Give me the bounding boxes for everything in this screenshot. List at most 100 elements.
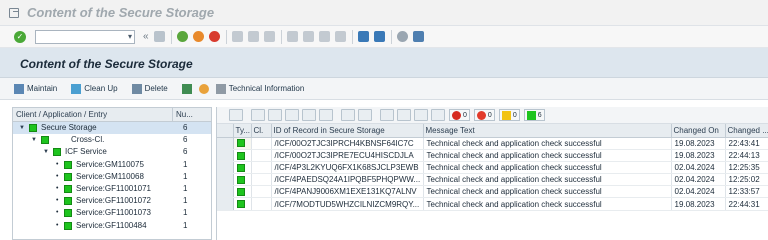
chevron-down-icon[interactable]: ▾ [128, 32, 132, 41]
tree-leaf-count: 1 [183, 220, 188, 230]
help-icon[interactable] [396, 31, 408, 42]
subtotal-icon[interactable] [358, 109, 372, 121]
export-icon[interactable] [414, 109, 428, 121]
error-count: 0 [487, 111, 492, 119]
exit-icon[interactable] [9, 7, 19, 18]
stop-count-filter[interactable]: 0 [449, 109, 470, 121]
filter-icon[interactable] [268, 109, 282, 121]
sum-icon[interactable] [341, 109, 355, 121]
error-count-filter[interactable]: 0 [473, 109, 495, 121]
layout-icon[interactable] [412, 31, 424, 42]
table-row[interactable]: /ICF/4PANJ9006XM1EXE131KQ7ALNV Technical… [217, 185, 768, 199]
tree-node-count: 6 [183, 135, 188, 145]
find-next-icon[interactable] [263, 31, 275, 42]
expand-icon[interactable]: ▼ [43, 146, 49, 158]
command-field[interactable]: ▾ [35, 29, 135, 44]
back-icon[interactable] [176, 31, 188, 42]
tree-col-num[interactable]: Nu... [173, 108, 193, 121]
tree-node[interactable]: ▼ Cross-Cl. 6 [13, 134, 211, 146]
toolbar-separator [170, 29, 172, 44]
tree-leaf[interactable]: • Service:GM110068 1 [13, 171, 211, 183]
detail-icon[interactable] [229, 109, 243, 121]
tree-node[interactable]: ▼ ICF Service 6 [13, 146, 211, 158]
warning-count-filter[interactable]: 0 [498, 109, 520, 121]
tree-leaf-count: 1 [183, 159, 188, 169]
shortcut-icon[interactable] [373, 31, 385, 42]
filter-dropdown-icon[interactable] [285, 109, 299, 121]
stop-count: 0 [463, 111, 467, 119]
changed-on-cell: 02.04.2024 [671, 173, 726, 187]
print-icon[interactable] [231, 31, 243, 42]
previous-page-icon[interactable] [302, 31, 314, 42]
select-all-cell[interactable] [217, 124, 234, 138]
col-changed-on[interactable]: Changed On [671, 124, 726, 138]
status-green-icon [64, 197, 72, 206]
expand-icon[interactable]: ▼ [31, 134, 37, 146]
page-title: Content of the Secure Storage [20, 57, 193, 71]
row-selector[interactable] [217, 137, 234, 150]
table-row[interactable]: /ICF/00O2TJC3IPRCH4KBNSF64IC7C Technical… [217, 137, 768, 150]
tree-leaf[interactable]: • Service:GF11001072 1 [13, 195, 211, 207]
maintain-label: Maintain [27, 84, 58, 93]
display-button[interactable] [181, 83, 195, 94]
col-type[interactable]: Ty... [233, 124, 252, 138]
page-header: Content of the Secure Storage [0, 48, 768, 78]
total-icon[interactable] [302, 109, 316, 121]
application-toolbar: Maintain Clean Up Delete Technical Infor… [0, 78, 768, 100]
table-row[interactable]: /ICF/4P3L2KYUQ6FX1K68SJCLP3EWB Technical… [217, 161, 768, 175]
success-count-filter[interactable]: 6 [523, 109, 545, 121]
tree-leaf[interactable]: • Service:GF11001071 1 [13, 183, 211, 195]
row-selector[interactable] [217, 185, 234, 199]
toolbar-separator [280, 29, 282, 44]
expand-icon[interactable]: ▼ [19, 122, 25, 134]
back-arrows-icon[interactable]: « [143, 31, 149, 42]
tree-leaf-label: Service:GM110068 [76, 171, 144, 181]
row-selector[interactable] [217, 161, 234, 175]
technical-information-button[interactable]: Technical Information [215, 83, 304, 94]
row-selector[interactable] [217, 173, 234, 187]
find-icon[interactable] [247, 31, 259, 42]
col-client[interactable]: Cl. [251, 124, 272, 138]
find-icon[interactable] [319, 109, 333, 121]
tree-leaf-count: 1 [183, 208, 188, 218]
bullet-icon: • [56, 209, 59, 217]
row-selector[interactable] [217, 149, 234, 162]
table-row[interactable]: /ICF/7MODTUD5WHZCILNIZCM9RQY... Technica… [217, 197, 768, 211]
sort-ascending-icon[interactable] [251, 109, 265, 121]
tree-leaf[interactable]: • Service:GF1100484 1 [13, 220, 211, 232]
col-changed-at[interactable]: Changed ... [725, 124, 768, 138]
table-row[interactable]: /ICF/4PAEDSQ24A1IPQBF5PHQPWW... Technica… [217, 173, 768, 187]
grid-panel: 0 0 0 6 Ty... Cl. ID of Record in Secure… [216, 107, 768, 240]
col-message[interactable]: Message Text [423, 124, 672, 138]
print-icon[interactable] [380, 109, 394, 121]
tree-col-entry[interactable]: Client / Application / Entry [13, 108, 173, 121]
layout-icon[interactable] [431, 109, 445, 121]
status-green-icon [236, 200, 245, 209]
row-selector[interactable] [217, 197, 234, 211]
record-id-cell: /ICF/4PAEDSQ24A1IPQBF5PHQPWW... [271, 173, 424, 187]
status-green-icon [236, 163, 245, 172]
table-row[interactable]: /ICF/00O2TJC3IPRE7ECU4HISCDJLA Technical… [217, 149, 768, 162]
exit-session-icon[interactable] [192, 31, 204, 42]
clean-up-button[interactable]: Clean Up [71, 83, 118, 94]
changed-on-cell: 19.08.2023 [671, 197, 726, 211]
tree-leaf[interactable]: • Service:GF11001073 1 [13, 207, 211, 219]
delete-button[interactable]: Delete [131, 83, 168, 94]
next-page-icon[interactable] [318, 31, 330, 42]
tree-leaf[interactable]: • Service:GM110075 1 [13, 159, 211, 171]
new-session-icon[interactable] [357, 31, 369, 42]
tree-node-count: 6 [183, 123, 188, 132]
cancel-icon[interactable] [208, 31, 220, 42]
client-cell [251, 197, 272, 211]
info-button[interactable] [198, 83, 212, 94]
first-page-icon[interactable] [286, 31, 298, 42]
status-green-icon [41, 136, 49, 145]
last-page-icon[interactable] [334, 31, 346, 42]
changed-at-cell: 12:25:02 [725, 173, 768, 187]
tree-node[interactable]: ▼ Secure Storage 6 [13, 122, 211, 135]
enter-icon[interactable]: ✓ [14, 30, 26, 43]
save-icon[interactable] [153, 31, 165, 42]
views-icon[interactable] [397, 109, 411, 121]
maintain-button[interactable]: Maintain [14, 83, 58, 94]
col-record-id[interactable]: ID of Record in Secure Storage [271, 124, 424, 138]
